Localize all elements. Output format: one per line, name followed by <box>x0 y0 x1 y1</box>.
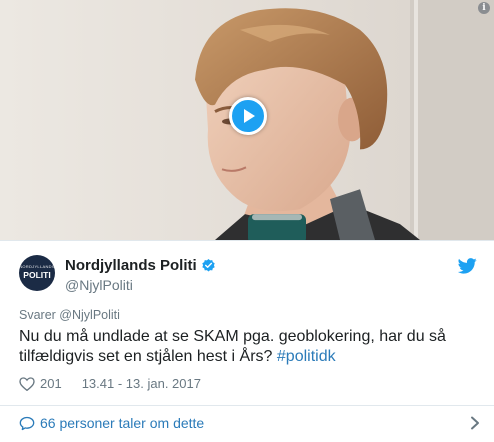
speech-bubble-icon <box>19 416 35 430</box>
reply-handle-link[interactable]: @NjylPoliti <box>59 308 120 322</box>
divider <box>0 405 494 406</box>
play-button[interactable] <box>229 97 267 135</box>
verified-badge-icon <box>202 258 215 272</box>
twitter-bird-icon[interactable] <box>458 258 477 274</box>
tweet-text-body: Nu du må undlade at se SKAM pga. geoblok… <box>19 328 446 365</box>
hashtag-link[interactable]: #politidk <box>277 348 336 365</box>
tweet-timestamp[interactable]: 13.41 - 13. jan. 2017 <box>82 376 201 391</box>
avatar-text: NORDJYLLANDS <box>19 264 55 269</box>
like-count[interactable]: 201 <box>40 376 62 391</box>
video-thumbnail[interactable]: i <box>0 0 494 241</box>
author-handle[interactable]: @NjylPoliti <box>65 277 133 293</box>
conversation-label: 66 personer taler om dette <box>40 415 205 431</box>
info-icon[interactable]: i <box>478 2 490 14</box>
reply-prefix: Svarer <box>19 308 60 322</box>
tweet-meta: 201 13.41 - 13. jan. 2017 <box>19 376 201 391</box>
reply-context: Svarer @NjylPoliti <box>19 308 120 322</box>
tweet-text: Nu du må undlade at se SKAM pga. geoblok… <box>19 327 479 367</box>
author-display-name[interactable]: Nordjyllands Politi <box>65 257 197 274</box>
chevron-right-icon <box>471 416 479 430</box>
avatar[interactable]: NORDJYLLANDS POLITI <box>19 255 55 291</box>
conversation-link[interactable]: 66 personer taler om dette <box>19 413 480 433</box>
play-icon <box>244 109 255 123</box>
embedded-tweet-card: i NORDJYLLANDS POLITI Nordjyllands Polit… <box>0 0 494 442</box>
author-name-row[interactable]: Nordjyllands Politi <box>65 257 216 274</box>
heart-icon[interactable] <box>19 376 35 391</box>
avatar-logo-text: POLITI <box>23 270 51 280</box>
